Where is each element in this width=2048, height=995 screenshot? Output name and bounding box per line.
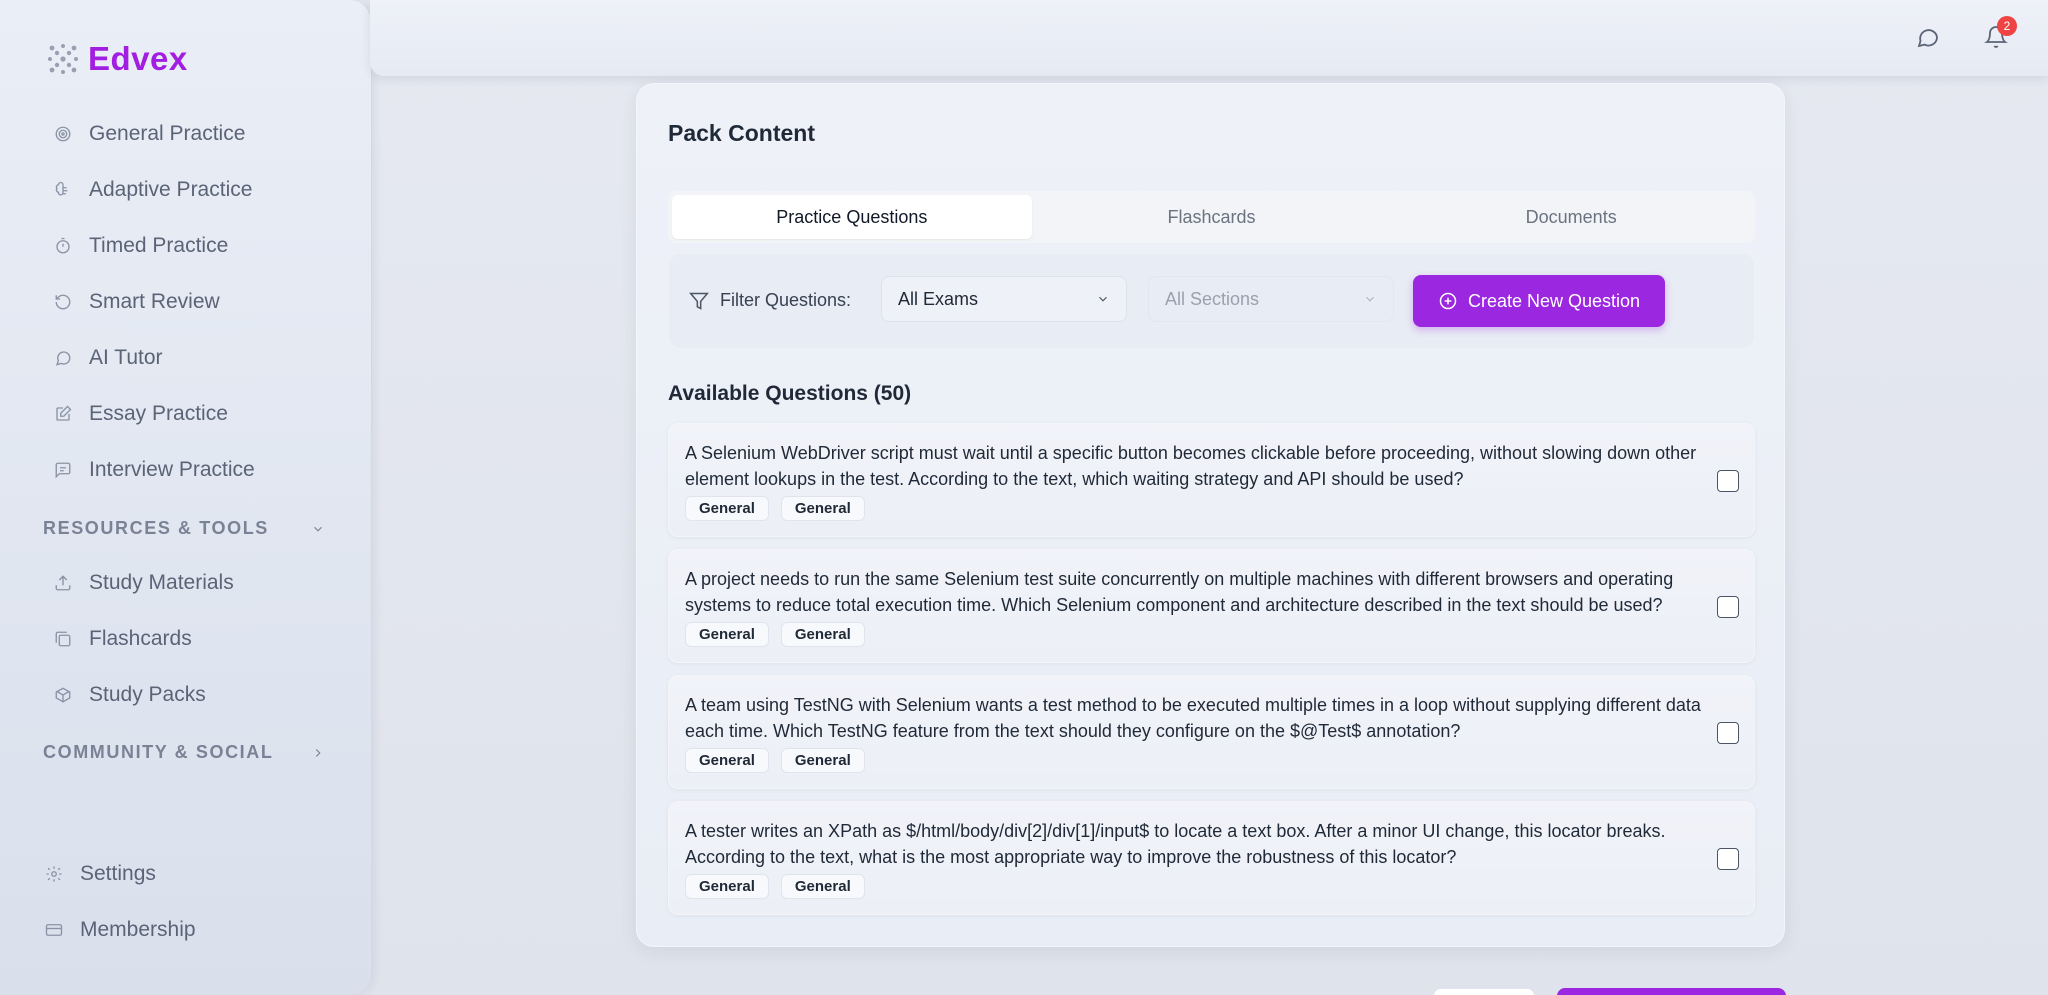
tag: General [780, 748, 865, 773]
notification-badge: 2 [1997, 16, 2017, 36]
gear-icon [43, 863, 65, 885]
question-text: A project needs to run the same Selenium… [685, 569, 1674, 615]
sidebar-item-adaptive-practice[interactable]: Adaptive Practice [52, 178, 252, 202]
chat-bubble-icon [1917, 29, 1938, 48]
messages-button[interactable] [1913, 22, 1943, 52]
sidebar: Edvex General Practice Adaptive Practice… [0, 0, 372, 995]
question-tags: General General [685, 622, 865, 647]
section-header-label: COMMUNITY & SOCIAL [43, 742, 274, 762]
question-text: A team using TestNG with Selenium wants … [685, 695, 1701, 741]
sidebar-item-smart-review[interactable]: Smart Review [52, 290, 220, 314]
sidebar-item-interview-practice[interactable]: Interview Practice [52, 458, 255, 482]
content-tabs: Practice Questions Flashcards Documents [668, 191, 1755, 243]
exam-select-value: All Exams [898, 288, 979, 309]
filter-icon [689, 292, 709, 310]
filter-label: Filter Questions: [689, 290, 851, 311]
sidebar-item-general-practice[interactable]: General Practice [52, 122, 245, 146]
question-text: A tester writes an XPath as $/html/body/… [685, 821, 1666, 867]
plus-circle-icon [1439, 292, 1457, 310]
sidebar-item-label: AI Tutor [89, 346, 163, 369]
sidebar-item-study-materials[interactable]: Study Materials [52, 571, 234, 595]
tag: General [780, 874, 865, 899]
cancel-button[interactable] [1433, 988, 1535, 995]
upload-icon [52, 572, 74, 594]
tag: General [685, 874, 769, 899]
edit-icon [52, 403, 74, 425]
tab-practice-questions[interactable]: Practice Questions [672, 195, 1032, 239]
section-select[interactable]: All Sections [1148, 276, 1394, 322]
topbar: 2 [370, 0, 2048, 76]
question-tags: General General [685, 874, 865, 899]
sidebar-item-label: Adaptive Practice [89, 178, 253, 201]
chevron-down-icon [314, 526, 322, 532]
sidebar-item-settings[interactable]: Settings [43, 862, 156, 886]
question-checkbox[interactable] [1717, 596, 1739, 618]
sidebar-item-label: Settings [80, 862, 156, 885]
notifications-button[interactable]: 2 [1981, 16, 2017, 52]
sidebar-item-label: General Practice [89, 122, 246, 145]
logo[interactable]: Edvex [44, 40, 188, 78]
sidebar-item-label: Study Packs [89, 683, 206, 706]
chevron-right-icon [315, 748, 321, 757]
rotate-icon [52, 291, 74, 313]
tag: General [780, 496, 865, 521]
sidebar-item-ai-tutor[interactable]: AI Tutor [52, 346, 163, 370]
exam-select[interactable]: All Exams [881, 276, 1127, 322]
sidebar-item-label: Study Materials [89, 571, 234, 594]
question-card: A tester writes an XPath as $/html/body/… [668, 801, 1755, 915]
target-icon [52, 123, 74, 145]
sidebar-item-label: Interview Practice [89, 458, 255, 481]
tag: General [780, 622, 865, 647]
sidebar-item-label: Timed Practice [89, 234, 229, 257]
timer-icon [52, 235, 74, 257]
tab-documents[interactable]: Documents [1391, 195, 1751, 239]
credit-card-icon [43, 919, 65, 941]
page-title: Pack Content [668, 120, 815, 146]
question-tags: General General [685, 748, 865, 773]
cards-icon [52, 628, 74, 650]
sidebar-item-label: Flashcards [89, 627, 192, 650]
question-text: A Selenium WebDriver script must wait un… [685, 443, 1697, 489]
sidebar-item-flashcards[interactable]: Flashcards [52, 627, 192, 651]
filter-label-text: Filter Questions: [720, 290, 852, 310]
create-new-question-button[interactable]: Create New Question [1413, 275, 1665, 327]
section-header-label: RESOURCES & TOOLS [43, 518, 269, 538]
save-button[interactable] [1557, 988, 1786, 995]
tag: General [685, 496, 769, 521]
chevron-down-icon [1099, 296, 1107, 302]
message-square-icon [52, 459, 74, 481]
section-community-social[interactable]: COMMUNITY & SOCIAL [43, 742, 325, 763]
chat-icon [52, 347, 74, 369]
question-card: A Selenium WebDriver script must wait un… [668, 423, 1755, 537]
tag: General [685, 748, 769, 773]
sidebar-item-label: Membership [80, 918, 196, 941]
sidebar-item-essay-practice[interactable]: Essay Practice [52, 402, 228, 426]
app-name: Edvex [88, 40, 188, 77]
sidebar-item-label: Essay Practice [89, 402, 228, 425]
brain-icon [52, 179, 74, 201]
question-checkbox[interactable] [1717, 470, 1739, 492]
sidebar-item-label: Smart Review [89, 290, 220, 313]
tag: General [685, 622, 769, 647]
sidebar-item-timed-practice[interactable]: Timed Practice [52, 234, 228, 258]
section-select-value: All Sections [1165, 288, 1260, 309]
sidebar-item-membership[interactable]: Membership [43, 918, 196, 942]
create-button-label: Create New Question [1467, 290, 1641, 311]
package-icon [52, 684, 74, 706]
tab-flashcards[interactable]: Flashcards [1032, 195, 1392, 239]
filter-bar: Filter Questions: All Exams All Sections… [668, 253, 1755, 349]
available-questions-title: Available Questions (50) [668, 382, 912, 405]
sidebar-item-study-packs[interactable]: Study Packs [52, 683, 206, 707]
section-resources-tools[interactable]: RESOURCES & TOOLS [43, 518, 325, 539]
logo-mark-icon [48, 44, 78, 74]
question-card: A project needs to run the same Selenium… [668, 549, 1755, 663]
pack-content-card: Pack Content Practice Questions Flashcar… [636, 83, 1785, 947]
question-checkbox[interactable] [1717, 722, 1739, 744]
question-card: A team using TestNG with Selenium wants … [668, 675, 1755, 789]
question-checkbox[interactable] [1717, 848, 1739, 870]
chevron-down-icon [1366, 296, 1374, 302]
question-tags: General General [685, 496, 865, 521]
